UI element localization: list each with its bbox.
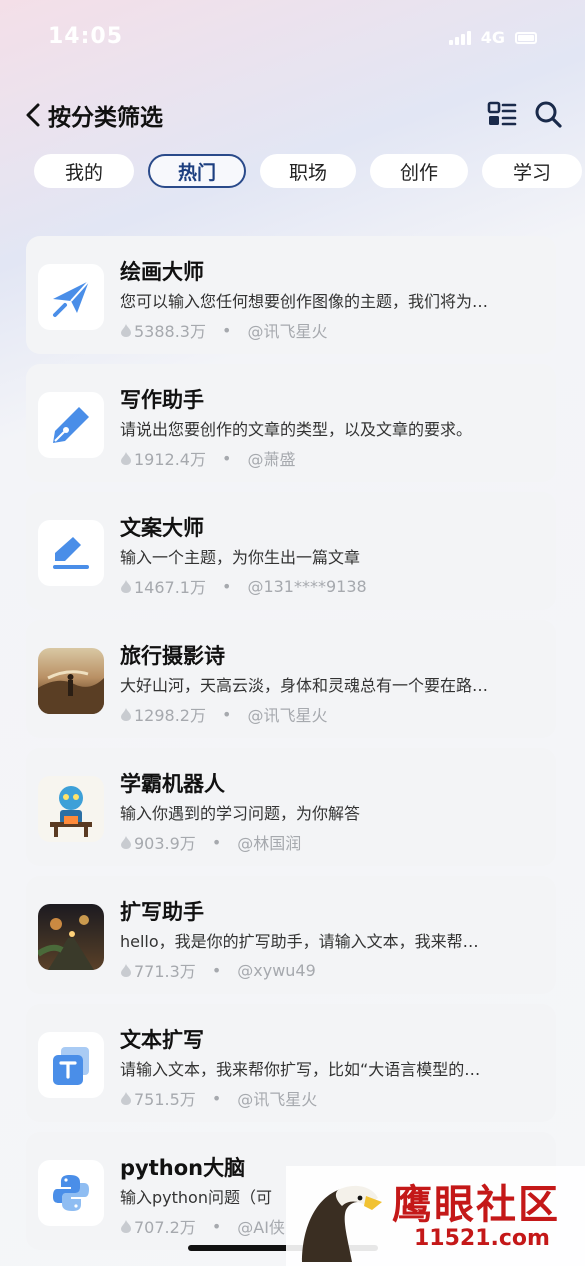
usage-count: 903.9万 (134, 834, 196, 853)
item-meta: 1298.2万 • @讯飞星火 (120, 702, 327, 726)
item-meta: 771.3万 • @xywu49 (120, 958, 316, 982)
edit-icon (38, 520, 104, 586)
item-author: @131****9138 (247, 576, 367, 596)
header: 按分类筛选 (0, 92, 585, 136)
separator-dot: • (222, 320, 232, 340)
item-description: 输入一个主题，为你生出一篇文章 (120, 548, 361, 567)
fire-icon (121, 1219, 131, 1233)
item-author: @AI侠 (237, 1218, 285, 1237)
item-title: 文本扩写 (120, 1028, 204, 1052)
night-street-thumbnail (38, 904, 104, 970)
page-title: 按分类筛选 (48, 105, 163, 131)
robot-thumbnail (38, 776, 104, 842)
list-item[interactable]: 扩写助手 hello，我是你的扩写助手，请输入文本，我来帮… 771.3万 • … (26, 876, 556, 994)
usage-count: 751.5万 (134, 1090, 196, 1109)
battery-icon (515, 31, 537, 44)
item-meta: 5388.3万 • @讯飞星火 (120, 318, 327, 342)
eagle-logo-icon (302, 1185, 382, 1262)
list-item[interactable]: 旅行摄影诗 大好山河，天高云淡，身体和灵魂总有一个要在路… 1298.2万 • … (26, 620, 556, 738)
separator-dot: • (222, 704, 232, 724)
separator-dot: • (211, 1216, 222, 1236)
fire-icon (121, 323, 131, 337)
item-title: 旅行摄影诗 (120, 644, 225, 668)
tab-workplace[interactable]: 职场 (260, 154, 356, 188)
separator-dot: • (211, 1088, 222, 1108)
item-author: @xywu49 (237, 960, 316, 980)
travel-photo-thumbnail (38, 648, 104, 714)
item-title: 扩写助手 (120, 900, 204, 924)
item-meta: 1467.1万 • @131****9138 (120, 574, 367, 598)
item-meta: 1912.4万 • @萧盛 (120, 446, 295, 470)
item-description: 输入你遇到的学习问题，为你解答 (120, 804, 361, 823)
pen-nib-icon (38, 392, 104, 458)
watermark: 鹰眼社区 11521.com (286, 1166, 585, 1266)
usage-count: 1298.2万 (134, 706, 206, 725)
fire-icon (121, 963, 131, 977)
fire-icon (121, 1091, 131, 1105)
signal-icon (448, 30, 471, 45)
search-button[interactable] (532, 98, 564, 130)
paper-plane-brush-icon (38, 264, 104, 330)
usage-count: 1912.4万 (134, 450, 206, 469)
fire-icon (121, 451, 131, 465)
item-title: python大脑 (120, 1156, 246, 1180)
watermark-url: 11521.com (414, 1226, 550, 1251)
list-item[interactable]: 学霸机器人 输入你遇到的学习问题，为你解答 903.9万 • @林国润 (26, 748, 556, 866)
status-bar: 14:05 4G (0, 0, 585, 76)
separator-dot: • (211, 960, 222, 980)
item-description: 您可以输入您任何想要创作图像的主题，我们将为… (120, 292, 489, 311)
item-author: @林国润 (237, 834, 302, 853)
back-button[interactable] (18, 98, 52, 132)
item-title: 写作助手 (120, 388, 204, 412)
item-description: 请输入文本，我来帮你扩写，比如“大语言模型的… (120, 1060, 481, 1079)
tab-popular[interactable]: 热门 (148, 154, 246, 188)
search-icon (535, 101, 562, 128)
usage-count: 707.2万 (134, 1218, 196, 1237)
fire-icon (121, 835, 131, 849)
usage-count: 5388.3万 (134, 322, 206, 341)
status-icons: 4G (448, 28, 537, 47)
separator-dot: • (222, 576, 232, 596)
assistant-list: 绘画大师 您可以输入您任何想要创作图像的主题，我们将为… 5388.3万 • @… (26, 236, 556, 1260)
category-tabs: 我的 热门 职场 创作 学习 (34, 154, 585, 190)
usage-count: 1467.1万 (134, 578, 206, 597)
item-author: @讯飞星火 (247, 706, 328, 725)
item-title: 文案大师 (120, 516, 204, 540)
watermark-title: 鹰眼社区 (392, 1181, 560, 1228)
item-description: 请说出您要创作的文章的类型，以及文章的要求。 (120, 420, 473, 439)
separator-dot: • (222, 448, 232, 468)
network-label: 4G (480, 28, 505, 47)
separator-dot: • (211, 832, 222, 852)
list-layout-icon (487, 101, 517, 126)
item-title: 学霸机器人 (120, 772, 225, 796)
layout-toggle-button[interactable] (486, 98, 518, 130)
list-item[interactable]: 文本扩写 请输入文本，我来帮你扩写，比如“大语言模型的… 751.5万 • @讯… (26, 1004, 556, 1122)
python-icon (38, 1160, 104, 1226)
list-item[interactable]: 文案大师 输入一个主题，为你生出一篇文章 1467.1万 • @131****9… (26, 492, 556, 610)
tab-mine[interactable]: 我的 (34, 154, 134, 188)
list-item[interactable]: 绘画大师 您可以输入您任何想要创作图像的主题，我们将为… 5388.3万 • @… (26, 236, 556, 354)
item-description: hello，我是你的扩写助手，请输入文本，我来帮… (120, 932, 479, 951)
item-author: @讯飞星火 (247, 322, 328, 341)
fire-icon (121, 707, 131, 721)
chevron-left-icon (26, 103, 40, 127)
item-meta: 903.9万 • @林国润 (120, 830, 301, 854)
item-title: 绘画大师 (120, 260, 204, 284)
usage-count: 771.3万 (134, 962, 196, 981)
item-meta: 751.5万 • @讯飞星火 (120, 1086, 317, 1110)
tab-creation[interactable]: 创作 (370, 154, 468, 188)
item-description: 大好山河，天高云淡，身体和灵魂总有一个要在路… (120, 676, 489, 695)
list-item[interactable]: 写作助手 请说出您要创作的文章的类型，以及文章的要求。 1912.4万 • @萧… (26, 364, 556, 482)
status-time: 14:05 (48, 24, 124, 49)
item-author: @讯飞星火 (237, 1090, 318, 1109)
item-author: @萧盛 (247, 450, 296, 469)
fire-icon (121, 579, 131, 593)
item-meta: 707.2万 • @AI侠 (120, 1214, 285, 1238)
text-t-icon (38, 1032, 104, 1098)
tab-study[interactable]: 学习 (482, 154, 582, 188)
